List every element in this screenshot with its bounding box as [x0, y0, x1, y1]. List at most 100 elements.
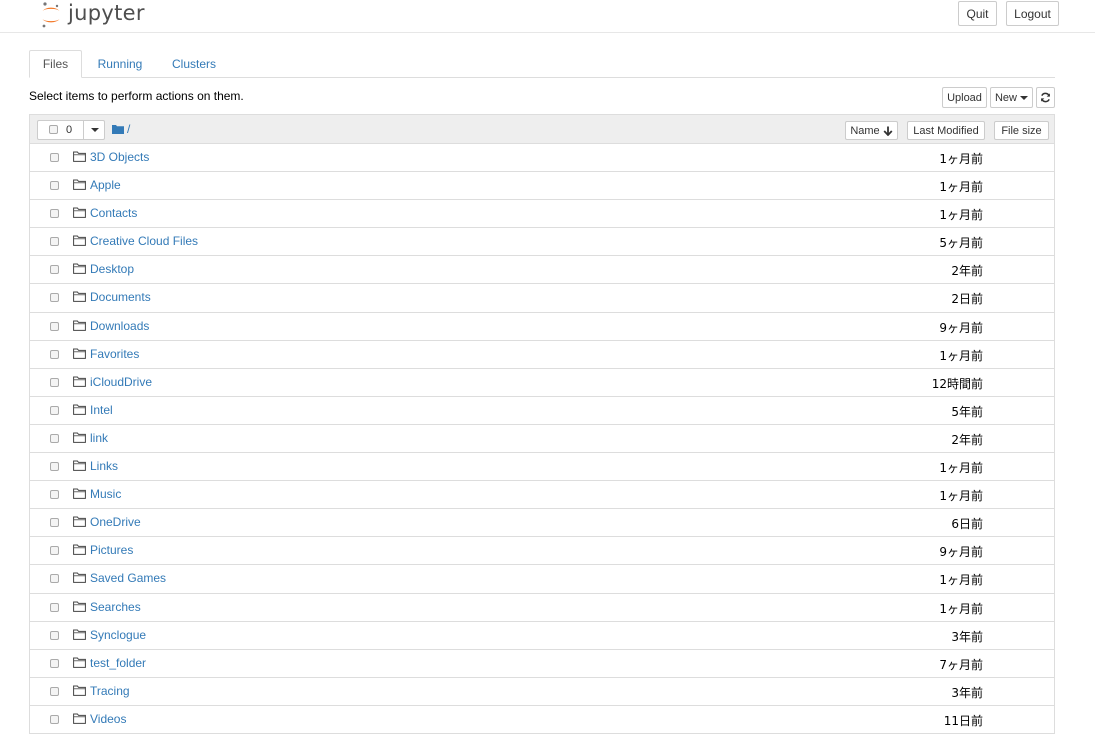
item-modified: 1ヶ月前: [939, 348, 983, 363]
list-item[interactable]: link 2年前: [30, 425, 1054, 454]
tab-bar: Files Running Clusters: [29, 50, 1055, 78]
list-item[interactable]: test_folder 7ヶ月前: [30, 650, 1054, 678]
item-checkbox[interactable]: [50, 293, 59, 303]
item-modified: 1ヶ月前: [939, 180, 983, 195]
refresh-button[interactable]: [1036, 87, 1055, 108]
list-item[interactable]: Saved Games 1ヶ月前: [30, 565, 1054, 594]
upload-button[interactable]: Upload: [942, 87, 987, 108]
breadcrumb-root[interactable]: /: [127, 122, 130, 136]
item-checkbox[interactable]: [50, 349, 59, 359]
list-item[interactable]: Pictures 9ヶ月前: [30, 537, 1054, 566]
list-item[interactable]: OneDrive 6日前: [30, 509, 1054, 538]
folder-icon: [73, 657, 86, 668]
item-modified: 5ヶ月前: [939, 236, 983, 251]
item-modified: 3年前: [951, 629, 983, 644]
select-all-group[interactable]: 0: [37, 120, 105, 140]
file-list-header: 0 / Name Last Modified File size: [30, 115, 1054, 144]
item-name-link[interactable]: Creative Cloud Files: [90, 234, 198, 248]
item-name-link[interactable]: Tracing: [90, 684, 130, 698]
item-checkbox[interactable]: [50, 321, 59, 331]
list-item[interactable]: Contacts 1ヶ月前: [30, 200, 1054, 229]
list-item[interactable]: Desktop 2年前: [30, 256, 1054, 285]
tab-clusters[interactable]: Clusters: [163, 50, 225, 77]
list-item[interactable]: Apple 1ヶ月前: [30, 172, 1054, 201]
selected-count: 0: [66, 124, 73, 136]
item-checkbox[interactable]: [50, 602, 59, 612]
item-name-link[interactable]: Music: [90, 487, 121, 501]
list-item[interactable]: Synclogue 3年前: [30, 622, 1054, 650]
item-modified: 1ヶ月前: [939, 601, 983, 616]
folder-icon: [73, 235, 86, 247]
item-checkbox[interactable]: [50, 377, 59, 387]
item-modified: 1ヶ月前: [939, 573, 983, 588]
list-item[interactable]: 3D Objects 1ヶ月前: [30, 144, 1054, 173]
list-item[interactable]: Downloads 9ヶ月前: [30, 313, 1054, 341]
list-item[interactable]: iCloudDrive 12時間前: [30, 369, 1054, 397]
item-checkbox[interactable]: [50, 237, 59, 247]
item-checkbox[interactable]: [50, 265, 59, 275]
item-name-link[interactable]: Downloads: [90, 319, 149, 333]
item-checkbox[interactable]: [50, 490, 59, 500]
folder-icon: [73, 629, 86, 640]
list-item[interactable]: Intel 5年前: [30, 397, 1054, 425]
folder-icon: [73, 320, 86, 331]
select-dropdown-button[interactable]: [83, 120, 105, 140]
item-checkbox[interactable]: [50, 546, 59, 556]
select-all-checkbox[interactable]: [49, 125, 58, 134]
item-checkbox[interactable]: [50, 686, 59, 696]
item-checkbox[interactable]: [50, 181, 59, 191]
list-item[interactable]: Searches 1ヶ月前: [30, 594, 1054, 622]
item-checkbox[interactable]: [50, 462, 59, 472]
item-name-link[interactable]: Documents: [90, 290, 151, 304]
logout-button[interactable]: Logout: [1006, 1, 1059, 26]
folder-icon: [73, 601, 86, 612]
header: jupyter Quit Logout: [0, 0, 1095, 33]
list-item[interactable]: Tracing 3年前: [30, 678, 1054, 706]
item-checkbox[interactable]: [50, 658, 59, 668]
tab-running[interactable]: Running: [89, 50, 151, 77]
item-name-link[interactable]: Apple: [90, 178, 121, 192]
folder-icon: [73, 263, 86, 275]
item-name-link[interactable]: Searches: [90, 600, 141, 614]
item-name-link[interactable]: Saved Games: [90, 571, 166, 585]
item-name-link[interactable]: Intel: [90, 403, 113, 417]
caret-down-icon: [90, 128, 99, 132]
quit-button[interactable]: Quit: [958, 1, 997, 26]
item-name-link[interactable]: Videos: [90, 712, 126, 726]
item-modified: 9ヶ月前: [939, 320, 983, 335]
item-checkbox[interactable]: [50, 630, 59, 640]
list-item[interactable]: Favorites 1ヶ月前: [30, 341, 1054, 369]
item-name-link[interactable]: Links: [90, 459, 118, 473]
list-item[interactable]: Music 1ヶ月前: [30, 481, 1054, 510]
item-checkbox[interactable]: [50, 518, 59, 528]
list-item[interactable]: Links 1ヶ月前: [30, 453, 1054, 482]
item-name-link[interactable]: Pictures: [90, 543, 133, 557]
item-checkbox[interactable]: [50, 433, 59, 443]
list-item[interactable]: Documents 2日前: [30, 284, 1054, 313]
item-checkbox[interactable]: [50, 574, 59, 584]
sort-by-file-size-button[interactable]: File size: [994, 121, 1049, 140]
list-item[interactable]: Videos 11日前: [30, 706, 1054, 734]
item-checkbox[interactable]: [50, 714, 59, 724]
list-item[interactable]: Creative Cloud Files 5ヶ月前: [30, 228, 1054, 257]
jupyter-logo[interactable]: jupyter: [40, 0, 145, 30]
item-name-link[interactable]: Synclogue: [90, 628, 146, 642]
tab-files[interactable]: Files: [29, 50, 82, 78]
item-name-link[interactable]: test_folder: [90, 656, 146, 670]
item-checkbox[interactable]: [50, 153, 59, 162]
item-modified: 9ヶ月前: [939, 545, 983, 560]
logo-text: jupyter: [68, 1, 145, 25]
item-name-link[interactable]: Contacts: [90, 206, 137, 220]
item-name-link[interactable]: iCloudDrive: [90, 375, 152, 389]
item-checkbox[interactable]: [50, 405, 59, 415]
item-checkbox[interactable]: [50, 209, 59, 219]
item-name-link[interactable]: Desktop: [90, 262, 134, 276]
sort-by-name-button[interactable]: Name: [845, 121, 898, 140]
item-name-link[interactable]: 3D Objects: [90, 150, 149, 164]
item-name-link[interactable]: link: [90, 431, 108, 445]
new-dropdown-button[interactable]: New: [990, 87, 1033, 108]
item-name-link[interactable]: OneDrive: [90, 515, 141, 529]
sort-by-last-modified-button[interactable]: Last Modified: [907, 121, 985, 140]
item-name-link[interactable]: Favorites: [90, 347, 139, 361]
breadcrumb[interactable]: /: [112, 122, 130, 136]
